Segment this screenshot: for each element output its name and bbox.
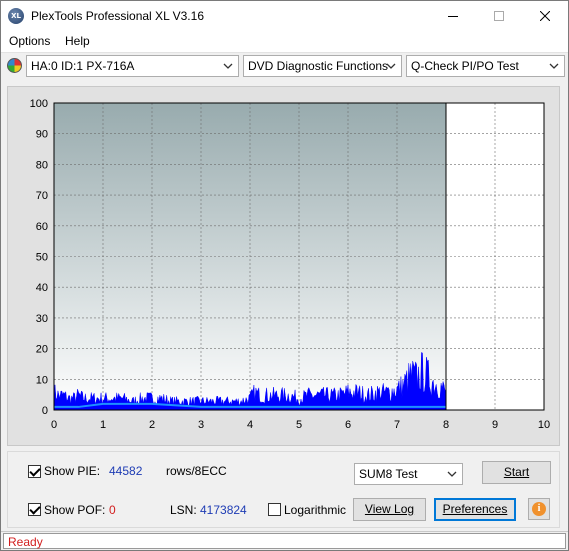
y-tick-label: 100 (30, 98, 48, 110)
start-button-label: Start (503, 465, 530, 479)
y-tick-label: 20 (36, 344, 48, 356)
show-pof-label: Show POF: (44, 503, 106, 517)
pi-po-chart: 0 10 20 30 40 50 60 70 80 90 100 0 1 2 3 4 5 6 7 8 9 10 (30, 98, 550, 431)
chevron-down-icon (223, 63, 233, 69)
y-tick-label: 30 (36, 313, 48, 325)
pof-value: 0 (109, 503, 116, 517)
y-tick-label: 90 (36, 129, 48, 141)
x-tick-label: 8 (443, 419, 449, 431)
drive-icon (7, 58, 22, 73)
x-axis: 0 1 2 3 4 5 6 7 8 9 10 (51, 419, 550, 431)
test-select[interactable]: Q-Check PI/PO Test (406, 55, 565, 77)
lsn-value: 4173824 (200, 503, 247, 517)
y-tick-label: 0 (42, 405, 48, 417)
y-tick-label: 40 (36, 282, 48, 294)
maximize-button[interactable] (476, 1, 522, 31)
drive-select[interactable]: HA:0 ID:1 PX-716A (26, 55, 239, 77)
function-select-value: DVD Diagnostic Functions (248, 59, 389, 73)
title-bar: XL PlexTools Professional XL V3.16 (1, 1, 568, 31)
y-tick-label: 60 (36, 221, 48, 233)
chevron-down-icon (549, 63, 559, 69)
test-select-value: Q-Check PI/PO Test (411, 59, 519, 73)
sum-test-select-value: SUM8 Test (359, 467, 418, 481)
y-axis: 0 10 20 30 40 50 60 70 80 90 100 (30, 98, 48, 417)
x-tick-label: 9 (492, 419, 498, 431)
x-tick-label: 5 (296, 419, 302, 431)
menu-help[interactable]: Help (65, 34, 90, 48)
y-tick-label: 70 (36, 190, 48, 202)
sum-test-select[interactable]: SUM8 Test (354, 463, 463, 485)
x-tick-label: 7 (394, 419, 400, 431)
close-icon (540, 11, 550, 21)
x-tick-label: 3 (198, 419, 204, 431)
app-window: XL PlexTools Professional XL V3.16 Optio… (0, 0, 569, 551)
window-title: PlexTools Professional XL V3.16 (31, 9, 204, 23)
chart-panel: 0 10 20 30 40 50 60 70 80 90 100 0 1 2 3 4 5 6 7 8 9 10 (7, 86, 560, 446)
x-tick-label: 6 (345, 419, 351, 431)
menu-bar: Options Help (1, 31, 568, 53)
preferences-button[interactable]: Preferences (434, 498, 516, 521)
start-button[interactable]: Start (482, 461, 551, 484)
lsn-label: LSN: (170, 503, 197, 517)
close-button[interactable] (522, 1, 568, 31)
info-button[interactable]: i (528, 498, 550, 520)
drive-select-value: HA:0 ID:1 PX-716A (31, 59, 135, 73)
controls-panel: Show PIE: 44582 rows/8ECC Show POF: 0 LS… (7, 451, 560, 528)
view-log-button[interactable]: View Log (353, 498, 426, 521)
info-icon: i (532, 502, 546, 516)
preferences-button-label: Preferences (442, 502, 508, 516)
status-field: Ready (3, 533, 566, 549)
minimize-icon (448, 16, 458, 17)
function-select[interactable]: DVD Diagnostic Functions (243, 55, 402, 77)
x-tick-label: 10 (538, 419, 550, 431)
maximize-icon (494, 11, 504, 21)
menu-options[interactable]: Options (9, 34, 50, 48)
status-bar: Ready (1, 531, 568, 550)
y-tick-label: 50 (36, 252, 48, 264)
x-tick-label: 1 (100, 419, 106, 431)
show-pie-label: Show PIE: (44, 464, 101, 478)
x-tick-label: 4 (247, 419, 253, 431)
logarithmic-checkbox[interactable] (268, 503, 281, 516)
status-text: Ready (8, 535, 43, 549)
view-log-button-label: View Log (364, 502, 415, 516)
show-pie-checkbox[interactable] (28, 465, 41, 478)
y-tick-label: 80 (36, 159, 48, 171)
logarithmic-label: Logarithmic (284, 503, 347, 517)
chevron-down-icon (447, 471, 457, 477)
pie-value: 44582 (109, 464, 143, 478)
minimize-button[interactable] (430, 1, 476, 31)
unit-label: rows/8ECC (166, 464, 227, 478)
show-pof-checkbox[interactable] (28, 503, 41, 516)
chevron-down-icon (386, 63, 396, 69)
x-tick-label: 2 (149, 419, 155, 431)
x-tick-label: 0 (51, 419, 57, 431)
app-icon: XL (8, 8, 24, 24)
y-tick-label: 10 (36, 374, 48, 386)
